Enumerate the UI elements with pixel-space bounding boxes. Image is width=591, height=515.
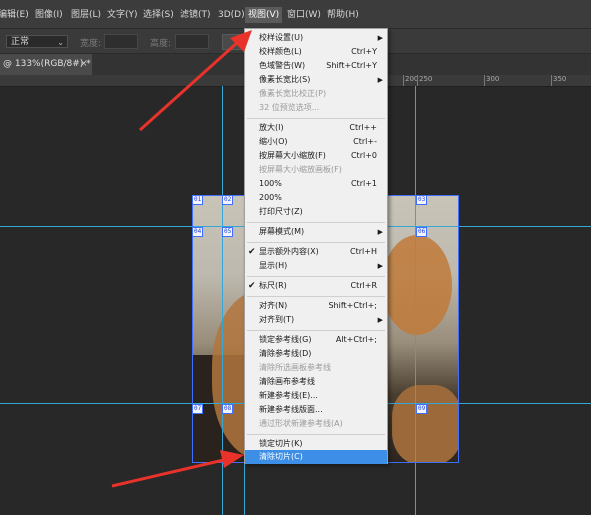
- annotation-arrow-bottom: [111, 450, 244, 488]
- annotation-arrows: [111, 30, 252, 488]
- annotation-arrow-top: [138, 30, 252, 132]
